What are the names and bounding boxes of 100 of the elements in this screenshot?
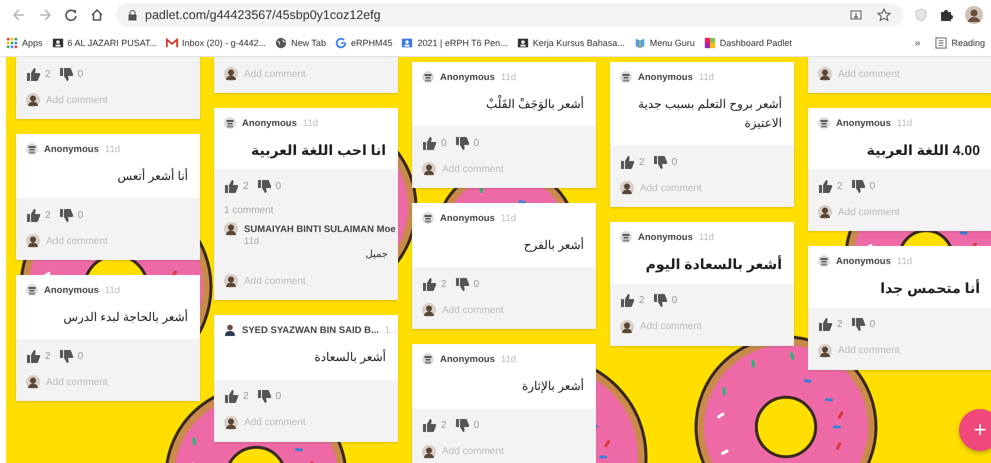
thumbs-down-icon	[850, 178, 866, 194]
thumbs-up-icon	[26, 348, 41, 364]
masked-avatar-icon	[818, 117, 830, 129]
dislike-button[interactable]: 0	[256, 178, 282, 194]
masked-avatar-icon	[620, 231, 632, 244]
post-text: أنا أشعر أتعس	[116, 167, 189, 185]
user-avatar-icon	[620, 320, 634, 334]
bookmark-link[interactable]: Kerja Kursus Bahasa...	[516, 37, 625, 49]
post-text: أشعر بروح التعلم بسبب جدية الاعتيزة	[637, 95, 783, 132]
author-name: SYED SYAZWAN BIN SAID B...	[242, 324, 379, 336]
puzzle-icon[interactable]	[939, 8, 953, 22]
post-time: 1...	[384, 324, 398, 336]
add-comment-field[interactable]: Add comment	[26, 228, 190, 254]
masked-avatar-icon	[422, 71, 434, 83]
add-comment-field[interactable]: Add comment	[620, 175, 784, 202]
like-button[interactable]: 2	[26, 208, 51, 223]
author-name: Anonymous	[440, 212, 495, 224]
masked-avatar-icon	[422, 212, 434, 224]
add-comment-field[interactable]: Add comment	[224, 410, 388, 436]
add-comment-field[interactable]: Add comment	[224, 268, 388, 294]
apps-grid-icon	[6, 37, 18, 49]
thumbs-down-icon	[58, 66, 74, 82]
bookmark-link[interactable]: New Tab	[275, 37, 326, 49]
dislike-button[interactable]: 0	[58, 348, 84, 364]
bookmark-link[interactable]: 6 AL JAZARI PUSAT...	[52, 37, 158, 49]
g-letter-icon	[334, 37, 347, 49]
add-post-button[interactable]: +	[959, 409, 991, 451]
reload-icon[interactable]	[64, 8, 78, 22]
add-comment-field[interactable]: Add comment	[818, 338, 982, 364]
add-comment-field[interactable]: Add comment	[620, 314, 784, 340]
author-name: Anonymous	[242, 118, 297, 128]
like-button[interactable]: 2	[620, 154, 645, 170]
author-name: Anonymous	[440, 354, 495, 365]
masked-avatar-icon	[422, 353, 434, 366]
add-comment-field[interactable]: Add comment	[26, 87, 190, 113]
user-avatar-icon	[422, 303, 436, 318]
add-comment-field[interactable]: Add comment	[26, 369, 190, 396]
author-name: Anonymous	[44, 144, 99, 154]
mail-icon	[166, 37, 178, 49]
post-time: 11d	[500, 354, 516, 365]
dislike-button[interactable]: 0	[850, 317, 876, 332]
bookmark-link[interactable]: Apps	[6, 37, 43, 49]
more-bookmarks-button[interactable]: »	[908, 38, 926, 48]
author-name: Anonymous	[638, 72, 693, 82]
like-button[interactable]: 2	[224, 178, 249, 194]
like-button[interactable]: 2	[620, 293, 645, 308]
bookmark-link[interactable]: 2021 | eRPH T6 Pen...	[401, 37, 508, 49]
like-button[interactable]: 2	[818, 178, 843, 194]
like-button[interactable]: 2	[422, 418, 447, 434]
post-text: أشعر بالحاجة لبدء الدرس	[62, 308, 189, 326]
globe-icon	[275, 37, 288, 49]
add-comment-field[interactable]: Add comment	[422, 156, 586, 182]
user-avatar-icon	[26, 93, 40, 107]
dislike-button[interactable]: 0	[454, 276, 480, 292]
author-name: Anonymous	[836, 118, 891, 128]
profile-avatar-icon[interactable]	[965, 6, 983, 24]
user-avatar-icon	[224, 416, 238, 430]
add-comment-field[interactable]: Add comment	[422, 438, 586, 463]
like-button[interactable]: 2	[422, 276, 447, 292]
install-icon[interactable]	[850, 8, 863, 22]
bookmark-link[interactable]: Dashboard Padlet	[704, 37, 792, 49]
star-icon[interactable]	[877, 8, 891, 22]
person-avatar-icon	[224, 324, 236, 336]
thumbs-up-icon	[422, 136, 437, 151]
bookmark-link[interactable]: eRPHM45	[334, 37, 392, 49]
user-avatar-icon	[818, 205, 832, 220]
like-button[interactable]: 2	[224, 389, 249, 404]
dislike-button[interactable]: 0	[58, 208, 84, 223]
dislike-button[interactable]: 0	[58, 66, 84, 82]
dislike-button[interactable]: 0	[652, 293, 678, 308]
post-text: أشعر بالوَجَفْ القَلْبْ	[485, 94, 585, 113]
user-avatar-icon	[422, 444, 436, 459]
lock-icon	[128, 10, 137, 20]
person-board-icon	[401, 37, 414, 49]
dislike-button[interactable]: 0	[454, 418, 480, 434]
address-field[interactable]: padlet.com/g44423567/45sbp0y1coz12efg	[116, 3, 903, 27]
like-button[interactable]: 2	[26, 66, 51, 82]
author-name: Anonymous	[836, 256, 891, 267]
like-button[interactable]: 2	[818, 317, 843, 332]
person-board-icon	[516, 37, 529, 49]
dislike-button[interactable]: 0	[454, 136, 480, 151]
thumbs-up-icon	[422, 418, 437, 434]
add-comment-field[interactable]: Add comment	[422, 297, 586, 324]
post-time: 11d	[698, 72, 714, 82]
dislike-button[interactable]: 0	[256, 389, 282, 404]
reading-list-link[interactable]: Reading	[935, 37, 985, 49]
thumbs-down-icon	[58, 348, 74, 364]
like-button[interactable]: 0	[422, 136, 447, 151]
thumbs-down-icon	[454, 276, 470, 292]
home-icon[interactable]	[90, 8, 104, 22]
comment-time: 11d	[243, 236, 260, 248]
dislike-button[interactable]: 0	[652, 154, 678, 170]
like-button[interactable]: 2	[26, 348, 51, 364]
add-comment-field[interactable]: Add comment	[818, 199, 982, 226]
post-time: 11d	[500, 212, 516, 224]
bookmark-link[interactable]: Menu Guru	[634, 37, 695, 49]
masked-avatar-icon	[26, 143, 38, 155]
bookmark-link[interactable]: Inbox (20) - g-4442...	[166, 37, 266, 49]
user-avatar-icon	[26, 234, 40, 248]
dislike-button[interactable]: 0	[850, 178, 876, 194]
